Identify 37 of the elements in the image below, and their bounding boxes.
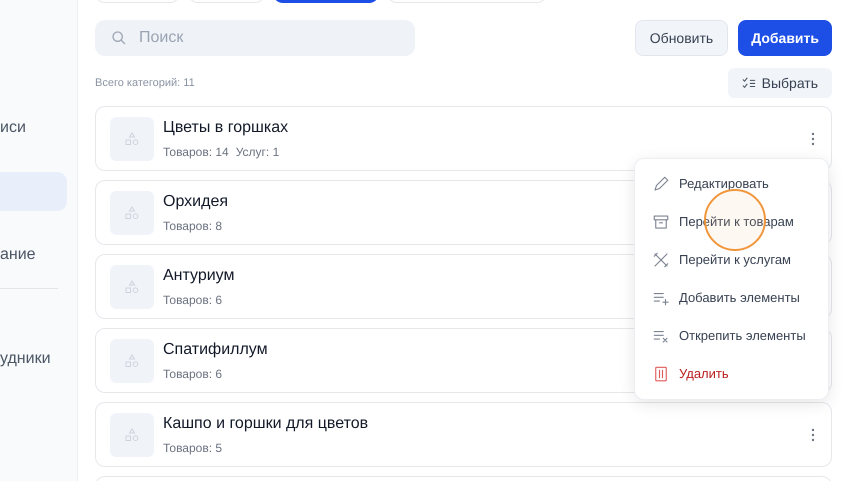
category-name: Кашпо и горшки для цветов <box>163 414 368 434</box>
shapes-icon <box>124 204 140 220</box>
sidebar-item[interactable]: ание <box>0 235 67 274</box>
sidebar-item[interactable]: удники <box>0 339 67 378</box>
count-label: Товаров: 5 <box>163 440 222 457</box>
count-label: Услуг: 1 <box>236 144 280 161</box>
shapes-icon <box>124 352 140 368</box>
search-field[interactable]: Поиск <box>95 20 415 56</box>
checklist-icon <box>742 76 756 90</box>
more-icon[interactable] <box>811 132 815 146</box>
category-name: Цветы в горшках <box>163 118 288 138</box>
menu-item[interactable]: Удалить <box>635 355 828 393</box>
trash-icon <box>652 365 670 383</box>
total-count: Всего категорий: 11 <box>95 76 195 91</box>
tools-icon <box>652 251 670 269</box>
count-label: Товаров: 6 <box>163 366 222 383</box>
category-name: Антуриум <box>163 266 234 286</box>
shapes-icon <box>124 426 140 442</box>
count-label: Товаров: 14 <box>163 144 229 161</box>
search-input[interactable]: Поиск <box>139 26 379 50</box>
refresh-button[interactable]: Обновить <box>634 20 728 56</box>
search-icon <box>111 30 127 46</box>
shapes-icon <box>124 278 140 294</box>
category-name: Орхидея <box>163 192 228 212</box>
category-card[interactable]: Цветы в горшках Товаров: 14 Услуг: 1 <box>95 106 832 171</box>
add-button[interactable]: Добавить <box>738 20 832 56</box>
more-icon[interactable] <box>811 428 815 442</box>
sidebar-item[interactable]: иси <box>0 108 67 147</box>
pencil-icon <box>652 175 670 193</box>
shapes-icon <box>124 130 140 146</box>
count-label: Товаров: 8 <box>163 218 222 235</box>
menu-item[interactable]: Добавить элементы <box>635 279 828 317</box>
box-icon <box>652 213 670 231</box>
select-button[interactable]: Выбрать <box>728 68 832 98</box>
category-name: Спатифиллум <box>163 340 268 360</box>
count-label: Товаров: 6 <box>163 292 222 309</box>
category-card[interactable]: Кашпо и горшки для цветов Товаров: 5 <box>95 402 832 467</box>
